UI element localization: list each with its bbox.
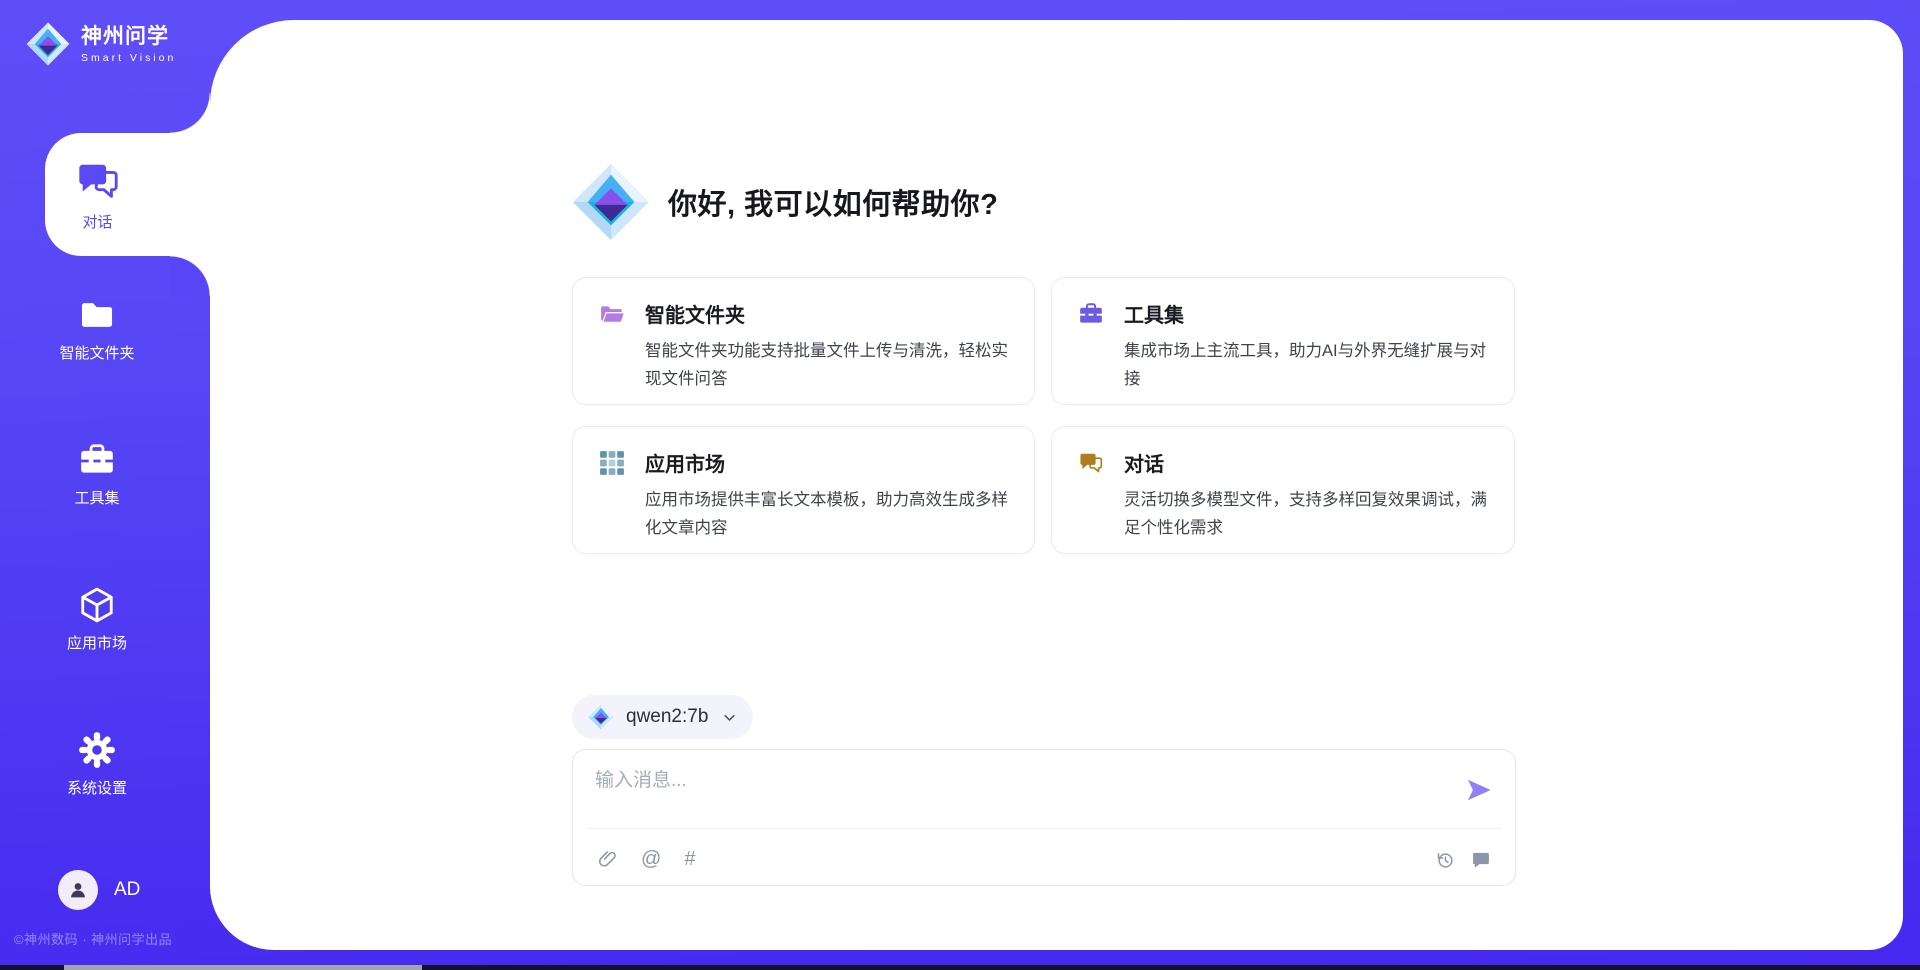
folder-open-icon: [599, 301, 625, 327]
folder-icon: [78, 296, 116, 334]
chat-icon: [1078, 450, 1104, 476]
toolbox-icon: [1078, 301, 1104, 327]
card-title: 对话: [1124, 448, 1164, 477]
model-gem-icon: [588, 704, 614, 730]
card-chat[interactable]: 对话 灵活切换多模型文件，支持多样回复效果调试，满足个性化需求: [1051, 426, 1515, 554]
app-logo: 神州问学 Smart Vision: [26, 22, 176, 66]
user-account[interactable]: AD: [58, 870, 140, 910]
sidebar-item-app-market[interactable]: 应用市场: [0, 586, 194, 653]
chat-icon: [75, 158, 121, 204]
sidebar-item-smart-folder[interactable]: 智能文件夹: [0, 296, 194, 363]
horizontal-scrollbar[interactable]: [0, 965, 1920, 970]
composer-divider: [587, 828, 1501, 829]
card-description: 应用市场提供丰富长文本模板，助力高效生成多样化文章内容: [645, 486, 1010, 542]
history-icon[interactable]: [1435, 850, 1455, 870]
sidebar-item-label: 对话: [82, 211, 112, 232]
sidebar-item-label: 智能文件夹: [59, 342, 134, 363]
hashtag-icon[interactable]: #: [684, 849, 695, 870]
send-icon[interactable]: [1465, 776, 1493, 804]
sidebar-item-settings[interactable]: 系统设置: [0, 731, 194, 798]
brand-gem-icon: [26, 22, 70, 66]
chat-bubble-icon[interactable]: [1471, 850, 1491, 870]
card-smart-folder[interactable]: 智能文件夹 智能文件夹功能支持批量文件上传与清洗，轻松实现文件问答: [572, 277, 1035, 405]
cube-icon: [78, 586, 116, 624]
card-title: 工具集: [1124, 299, 1184, 328]
sidebar-item-label: 系统设置: [67, 777, 127, 798]
person-icon: [67, 879, 89, 901]
card-title: 智能文件夹: [645, 299, 745, 328]
greeting-text: 你好, 我可以如何帮助你?: [668, 181, 998, 223]
sidebar-item-toolset[interactable]: 工具集: [0, 441, 194, 508]
toolbox-icon: [78, 441, 116, 479]
grid-icon: [599, 450, 625, 476]
card-title: 应用市场: [645, 448, 725, 477]
card-description: 智能文件夹功能支持批量文件上传与清洗，轻松实现文件问答: [645, 337, 1010, 393]
assistant-gem-icon: [572, 163, 650, 241]
card-description: 集成市场上主流工具，助力AI与外界无缝扩展与对接: [1124, 337, 1490, 393]
composer-tools: @ #: [597, 849, 695, 870]
model-selector[interactable]: qwen2:7b: [572, 695, 753, 739]
card-toolset[interactable]: 工具集 集成市场上主流工具，助力AI与外界无缝扩展与对接: [1051, 277, 1515, 405]
sidebar-item-label: 工具集: [74, 487, 119, 508]
composer-right-tools: [1435, 850, 1491, 870]
sidebar-item-chat[interactable]: 对话: [45, 133, 210, 256]
message-composer: @ #: [572, 749, 1516, 886]
gear-icon: [78, 731, 116, 769]
card-description: 灵活切换多模型文件，支持多样回复效果调试，满足个性化需求: [1124, 486, 1490, 542]
model-name: qwen2:7b: [626, 706, 708, 728]
active-tab-curve-bottom: [170, 256, 210, 296]
copyright-footer: ©神州数码 · 神州问学出品: [14, 929, 172, 948]
feature-cards: 智能文件夹 智能文件夹功能支持批量文件上传与清洗，轻松实现文件问答 工具集 集成…: [572, 277, 1516, 554]
sidebar-item-label: 应用市场: [67, 632, 127, 653]
active-tab-curve-top: [170, 93, 210, 133]
avatar: [58, 870, 98, 910]
user-name: AD: [114, 879, 140, 901]
message-input[interactable]: [595, 765, 1415, 817]
scrollbar-thumb[interactable]: [64, 965, 422, 970]
mention-icon[interactable]: @: [641, 849, 661, 870]
chevron-down-icon: [722, 710, 737, 725]
brand-subtitle: Smart Vision: [81, 52, 176, 64]
brand-title: 神州问学: [81, 24, 176, 50]
card-app-market[interactable]: 应用市场 应用市场提供丰富长文本模板，助力高效生成多样化文章内容: [572, 426, 1035, 554]
greeting-row: 你好, 我可以如何帮助你?: [572, 163, 998, 241]
paperclip-icon[interactable]: [597, 849, 618, 870]
